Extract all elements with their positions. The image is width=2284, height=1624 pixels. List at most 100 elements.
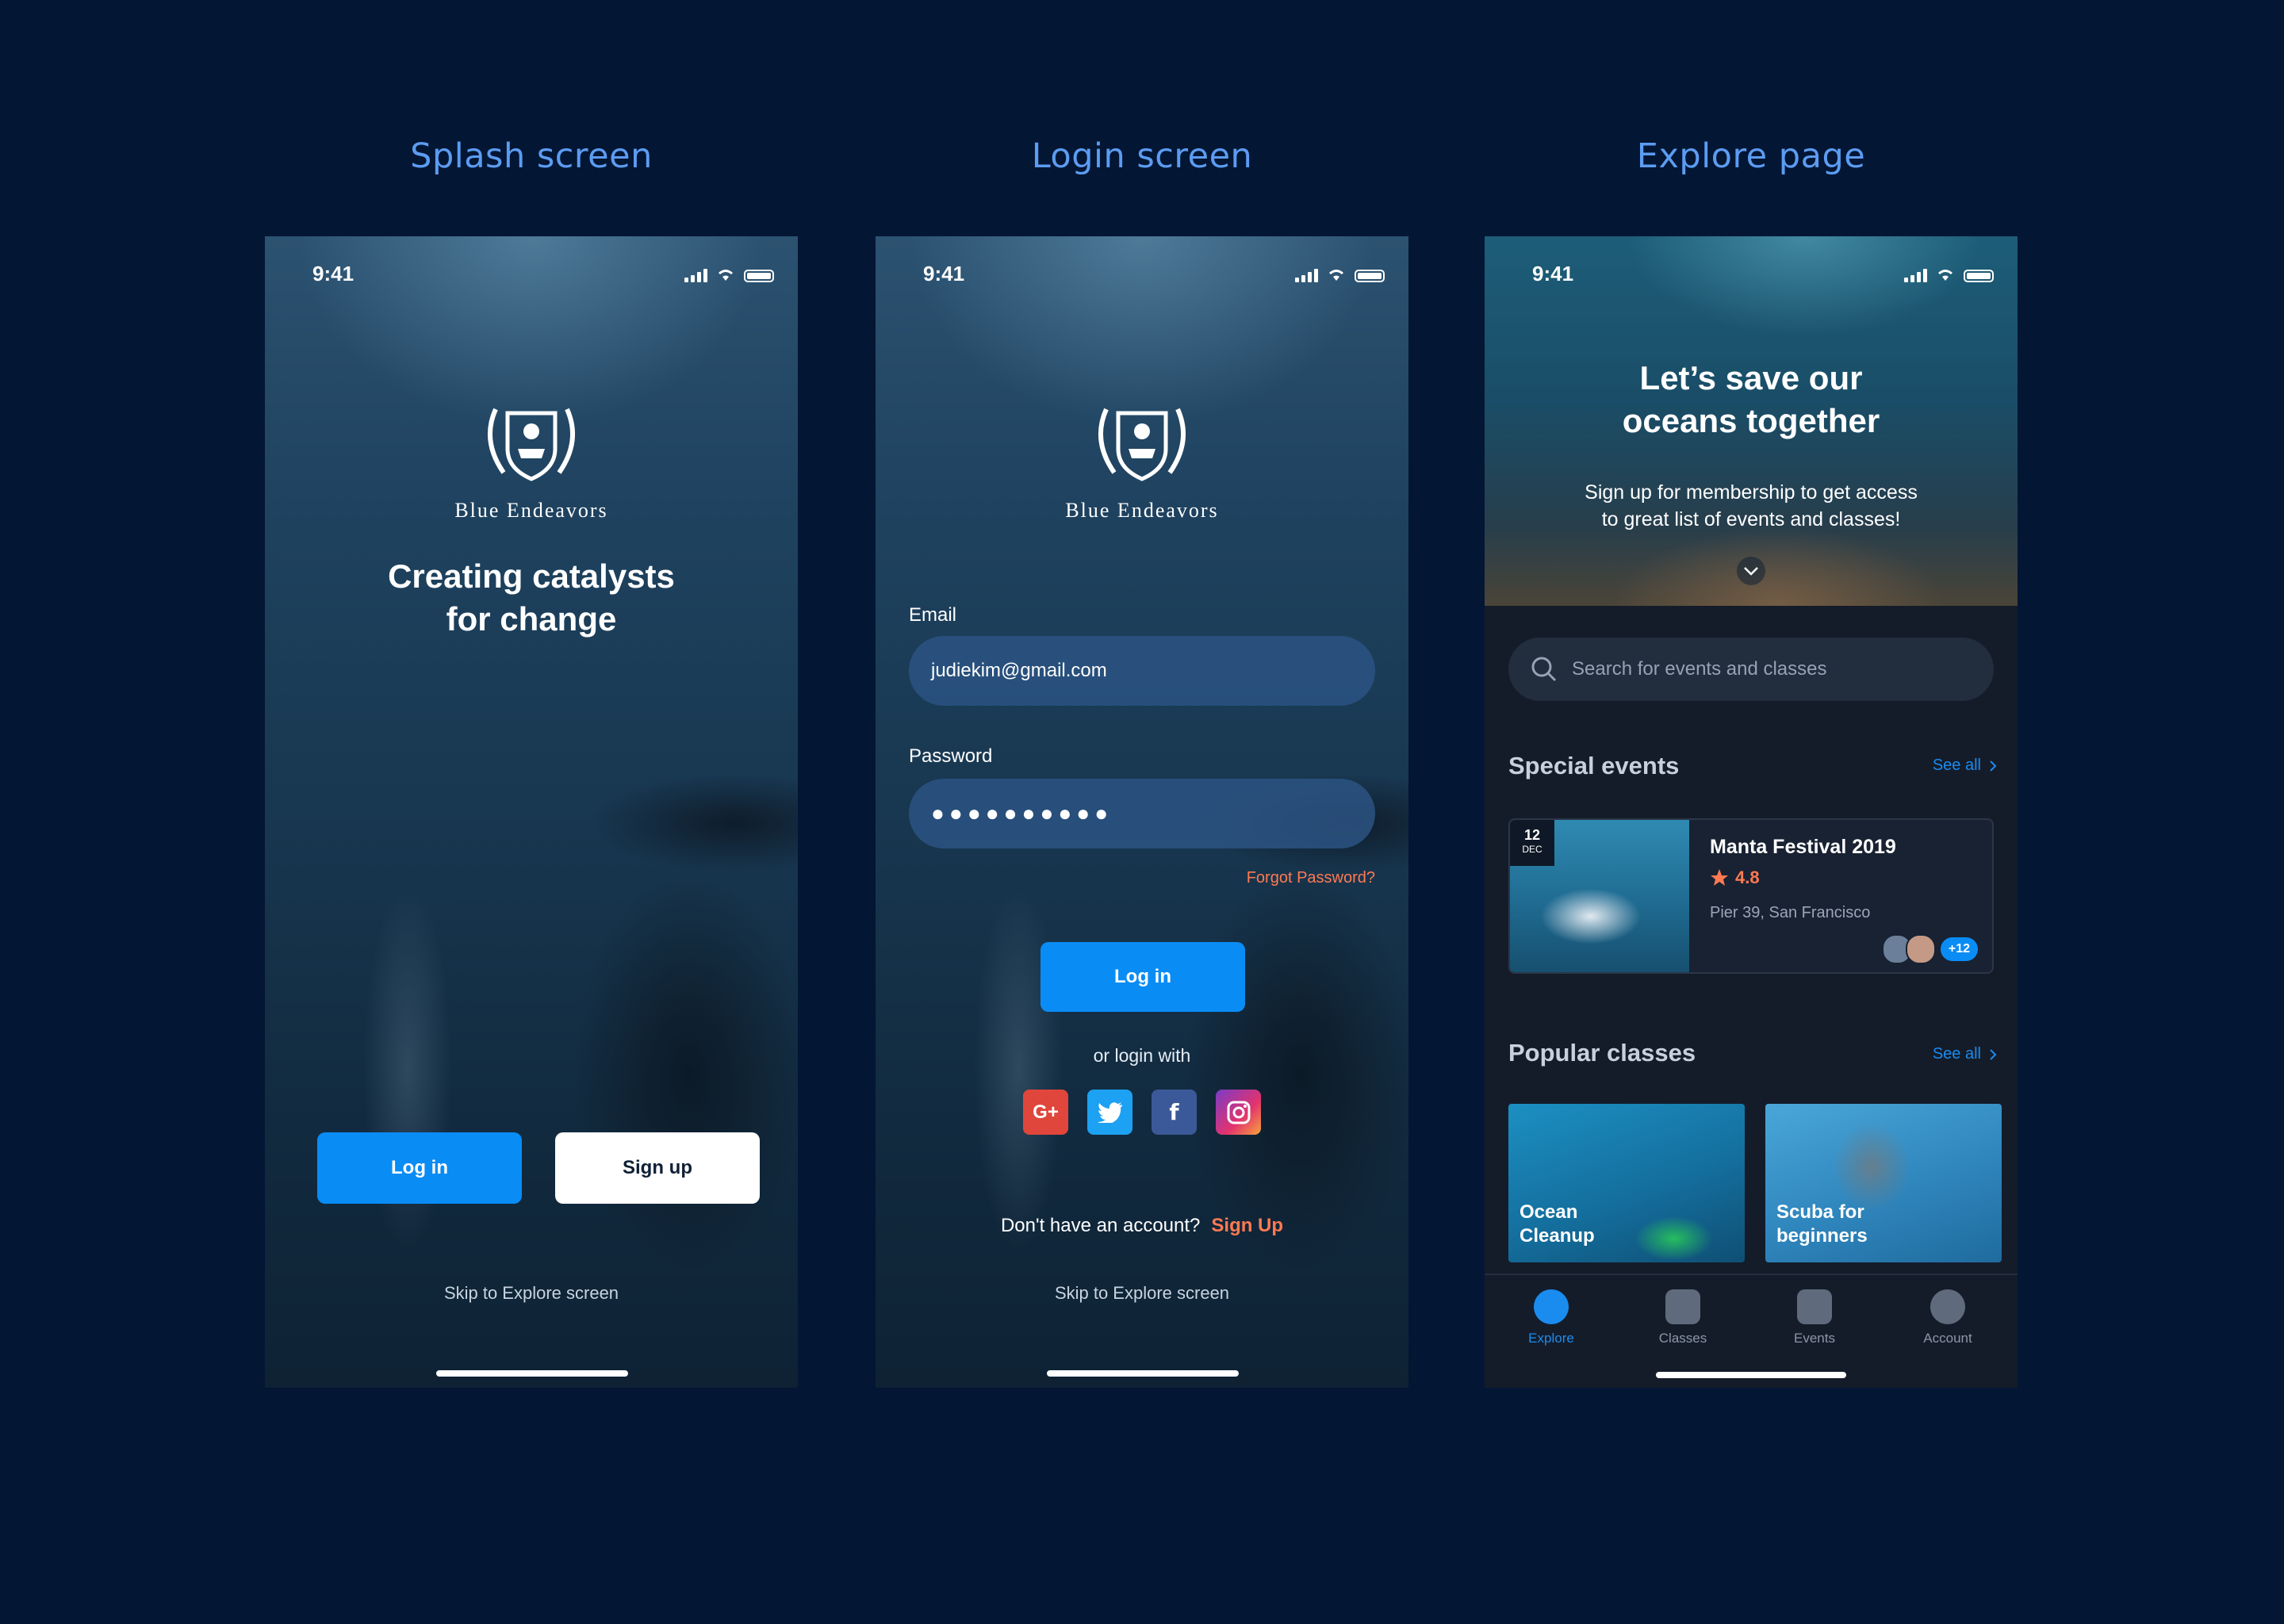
star-icon — [1711, 869, 1728, 886]
tab-classes[interactable]: Classes — [1627, 1289, 1738, 1346]
home-indicator — [436, 1370, 628, 1377]
instagram-icon[interactable] — [1216, 1090, 1261, 1135]
event-title: Manta Festival 2019 — [1710, 836, 1896, 858]
headline-line-2: for change — [446, 600, 617, 638]
brand-logo: Blue Endeavors — [265, 393, 798, 523]
event-card[interactable]: 12 DEC Manta Festival 2019 4.8 Pier 39, … — [1508, 818, 1994, 974]
chevron-right-icon — [1990, 760, 1997, 772]
class-label: Ocean Cleanup — [1519, 1201, 1595, 1248]
wifi-icon — [1938, 270, 1953, 281]
bubbles-decoration — [923, 791, 1113, 1346]
tab-label: Explore — [1528, 1331, 1574, 1346]
extra-attendees-badge: +12 — [1940, 937, 1978, 961]
battery-icon — [1964, 270, 1994, 282]
compass-icon — [1534, 1289, 1569, 1324]
tab-events[interactable]: Events — [1759, 1289, 1870, 1346]
battery-icon — [744, 270, 774, 282]
tab-account[interactable]: Account — [1892, 1289, 2003, 1346]
attendee-avatars: +12 — [1881, 934, 1978, 964]
search-placeholder: Search for events and classes — [1572, 658, 1827, 680]
home-indicator — [1656, 1372, 1846, 1378]
hero-title-line-1: Let’s save our — [1639, 359, 1863, 396]
tab-label: Events — [1794, 1331, 1835, 1346]
see-all-label: See all — [1932, 756, 1981, 774]
calendar-icon — [1797, 1289, 1832, 1324]
class-label-line-1: Ocean — [1519, 1201, 1578, 1223]
facebook-icon[interactable]: f — [1152, 1090, 1197, 1135]
password-field[interactable]: ●●●●●●●●●● — [909, 779, 1375, 848]
hero-subtitle: Sign up for membership to get access to … — [1485, 479, 2018, 533]
email-label: Email — [909, 604, 957, 626]
splash-screen: 9:41 Blue Endeavors Creating catalysts f… — [265, 236, 798, 1388]
brand-logo: Blue Endeavors — [876, 393, 1408, 523]
diver-mask-icon — [1930, 1289, 1965, 1324]
event-day: 12 — [1523, 827, 1541, 843]
hero-title: Let’s save our oceans together — [1485, 357, 2018, 442]
signup-prompt: Don't have an account? Sign Up — [876, 1215, 1408, 1237]
class-card-ocean-cleanup[interactable]: Ocean Cleanup — [1508, 1104, 1745, 1262]
event-rating: 4.8 — [1710, 868, 1760, 888]
login-button[interactable]: Log in — [1040, 942, 1245, 1012]
skip-to-explore-link[interactable]: Skip to Explore screen — [876, 1283, 1408, 1304]
home-indicator — [1047, 1370, 1239, 1377]
signal-icon — [1295, 268, 1318, 282]
class-label: Scuba for beginners — [1776, 1201, 1868, 1248]
status-time: 9:41 — [312, 262, 354, 285]
bubbles-decoration — [312, 791, 503, 1346]
twitter-icon[interactable] — [1087, 1090, 1132, 1135]
event-location: Pier 39, San Francisco — [1710, 904, 1871, 921]
crest-icon — [1098, 408, 1186, 481]
explore-screen: 9:41 Let’s save our oceans together Sign… — [1485, 236, 2018, 1388]
splash-headline: Creating catalysts for change — [265, 555, 798, 641]
popular-classes-heading: Popular classes — [1508, 1039, 1696, 1067]
splash-screen-title: Splash screen — [410, 136, 653, 176]
status-time: 9:41 — [923, 262, 965, 285]
forgot-password-link[interactable]: Forgot Password? — [1247, 869, 1375, 887]
wifi-icon — [719, 270, 733, 281]
chevron-down-icon[interactable] — [1737, 557, 1765, 585]
tab-label: Account — [1923, 1331, 1972, 1346]
chevron-right-icon — [1990, 1048, 1997, 1060]
rating-value: 4.8 — [1735, 868, 1760, 887]
hero-subtitle-line-1: Sign up for membership to get access — [1585, 481, 1918, 504]
signal-icon — [684, 268, 707, 282]
class-label-line-2: Cleanup — [1519, 1225, 1595, 1247]
or-login-with-label: or login with — [1093, 1045, 1191, 1066]
brand-name: Blue Endeavors — [1065, 499, 1219, 522]
bottom-tab-bar: Explore Classes Events Account — [1485, 1274, 2018, 1388]
status-bar: 9:41 — [265, 255, 798, 295]
login-screen: 9:41 Blue Endeavors Email judiekim@gmail… — [876, 236, 1408, 1388]
hero-subtitle-line-2: to great list of events and classes! — [1601, 508, 1901, 530]
popular-classes-see-all[interactable]: See all — [1933, 1045, 1997, 1063]
skip-to-explore-link[interactable]: Skip to Explore screen — [265, 1283, 798, 1304]
signup-button[interactable]: Sign up — [555, 1132, 760, 1204]
tab-explore[interactable]: Explore — [1496, 1289, 1607, 1346]
avatar — [1905, 934, 1936, 964]
date-badge: 12 DEC — [1510, 820, 1554, 866]
status-time: 9:41 — [1532, 262, 1574, 285]
hero-title-line-2: oceans together — [1622, 402, 1880, 439]
signup-link[interactable]: Sign Up — [1211, 1215, 1283, 1236]
headline-line-1: Creating catalysts — [388, 557, 675, 595]
google-plus-icon[interactable]: G+ — [1023, 1090, 1068, 1135]
email-field[interactable]: judiekim@gmail.com — [909, 636, 1375, 706]
explore-page-title: Explore page — [1636, 136, 1866, 176]
signal-icon — [1904, 268, 1927, 282]
class-label-line-1: Scuba for — [1776, 1201, 1864, 1223]
special-events-see-all[interactable]: See all — [1933, 756, 1997, 775]
special-events-heading: Special events — [1508, 752, 1680, 779]
brand-name: Blue Endeavors — [454, 499, 608, 522]
password-label: Password — [909, 745, 993, 767]
search-input[interactable]: Search for events and classes — [1508, 638, 1994, 701]
event-month: DEC — [1522, 844, 1542, 855]
login-screen-title: Login screen — [1031, 136, 1253, 176]
class-label-line-2: beginners — [1776, 1225, 1868, 1247]
class-card-scuba-for-beginners[interactable]: Scuba for beginners — [1765, 1104, 2002, 1262]
see-all-label: See all — [1932, 1045, 1981, 1063]
battery-icon — [1355, 270, 1385, 282]
login-button[interactable]: Log in — [317, 1132, 522, 1204]
tab-label: Classes — [1658, 1331, 1707, 1346]
crest-icon — [487, 408, 576, 481]
wifi-icon — [1329, 270, 1343, 281]
status-bar: 9:41 — [1485, 255, 2018, 295]
